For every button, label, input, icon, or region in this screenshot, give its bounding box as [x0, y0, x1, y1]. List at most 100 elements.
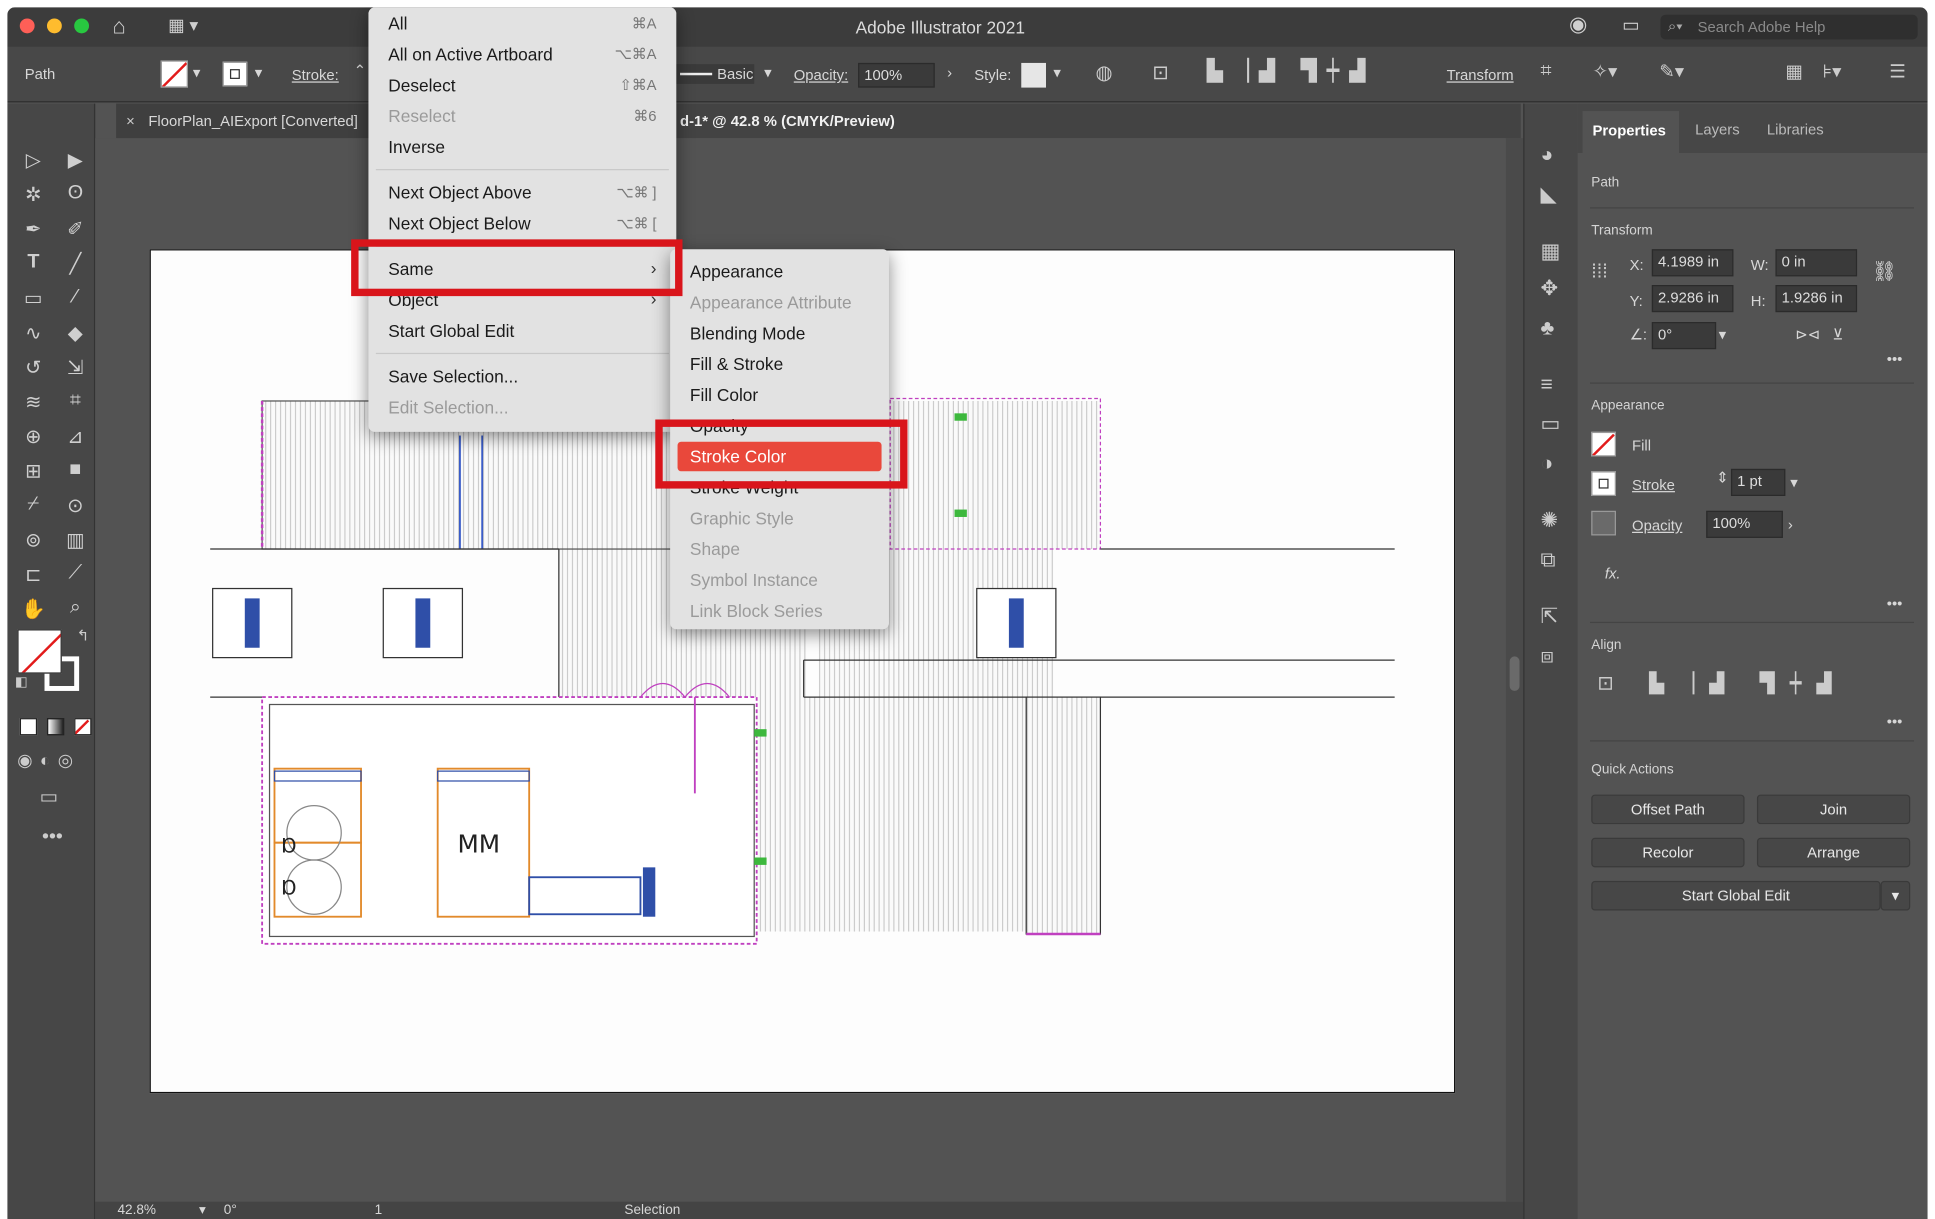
color-guide-icon[interactable]: ◣ — [1541, 183, 1557, 208]
arrange-button[interactable]: Arrange — [1756, 837, 1911, 868]
opacity-swatch[interactable] — [1591, 510, 1616, 536]
type-tool-icon[interactable]: T — [20, 252, 47, 274]
gradient-panel-icon[interactable]: ▭ — [1541, 412, 1561, 437]
panel-menu-icon[interactable]: ☰ — [1889, 60, 1906, 83]
artboards-panel-icon[interactable]: ⧈ — [1541, 644, 1554, 669]
slice-tool-icon[interactable]: ⟋ — [62, 563, 89, 585]
eraser-tool-icon[interactable]: ◆ — [62, 321, 89, 346]
selection-tool-icon[interactable]: ▷ — [20, 148, 47, 173]
stroke-swatch[interactable] — [222, 61, 248, 87]
vertical-scrollbar[interactable] — [1505, 138, 1524, 1202]
select-menu-item[interactable]: Start Global Edit — [368, 316, 676, 347]
rotation-value[interactable]: 0° — [224, 1203, 237, 1218]
fx-button[interactable]: fx. — [1605, 565, 1621, 582]
h-input[interactable]: 1.9286 in — [1775, 285, 1858, 313]
appearance-panel-icon[interactable]: ✺ — [1541, 508, 1559, 533]
gradient-tool-icon[interactable]: ■ — [62, 459, 89, 481]
flip-vertical-icon[interactable]: ⊻ — [1832, 326, 1843, 343]
chevron-down-icon[interactable]: ▾ — [1719, 326, 1726, 343]
scale-tool-icon[interactable]: ⇲ — [62, 355, 89, 380]
select-menu-item[interactable]: All ⌘A — [368, 9, 676, 40]
stroke-weight-input[interactable]: 1 pt — [1730, 468, 1786, 496]
flip-horizontal-icon[interactable]: ⊳⊲ — [1795, 326, 1820, 343]
chevron-down-icon[interactable]: ▾ — [255, 64, 262, 81]
line-tool-icon[interactable]: ╱ — [62, 252, 89, 277]
zoom-tool-icon[interactable]: ⌕ — [62, 597, 89, 619]
help-search-box[interactable]: ⌕▾ Search Adobe Help — [1660, 14, 1918, 40]
asset-export-icon[interactable]: ⇱ — [1541, 605, 1559, 630]
color-mode-icon[interactable] — [19, 718, 38, 736]
stroke-swatch-panel[interactable] — [1591, 471, 1616, 496]
shape-builder-icon[interactable]: ✧▾ — [1592, 60, 1617, 83]
constrain-proportions-icon[interactable]: ⛓ — [1872, 259, 1897, 284]
arrange-icon[interactable]: ▦ — [1785, 60, 1803, 83]
fill-color-box[interactable] — [17, 629, 62, 674]
discover-icon[interactable]: ◉ — [1569, 12, 1587, 37]
chevron-down-icon[interactable]: ▾ — [1053, 64, 1060, 81]
x-input[interactable]: 4.1989 in — [1651, 249, 1734, 277]
align-to-icon[interactable]: ⊡ — [1152, 60, 1169, 85]
stroke-panel-label[interactable]: Stroke — [1632, 476, 1675, 493]
opacity-panel-label[interactable]: Opacity — [1632, 517, 1682, 534]
transform-link[interactable]: Transform — [1447, 67, 1514, 84]
curvature-tool-icon[interactable]: ✐ — [62, 217, 89, 242]
fill-swatch[interactable] — [1591, 431, 1616, 457]
default-fill-stroke-icon[interactable]: ◧ — [15, 674, 28, 690]
none-mode-icon[interactable] — [74, 718, 92, 736]
color-panel-icon[interactable]: ◕ — [1541, 143, 1554, 168]
select-menu-item[interactable]: All on Active Artboard ⌥⌘A — [368, 39, 676, 70]
same-submenu-item[interactable]: Appearance — [670, 257, 889, 288]
zoom-window-button[interactable] — [74, 18, 90, 34]
symbol-sprayer-tool-icon[interactable]: ⊚ — [20, 528, 47, 553]
more-options-icon[interactable]: ••• — [1887, 595, 1903, 612]
blend-tool-icon[interactable]: ⊙ — [62, 494, 89, 519]
magic-wand-tool-icon[interactable]: ✲ — [20, 183, 47, 208]
hand-tool-icon[interactable]: ✋ — [20, 597, 47, 622]
opacity-panel-input[interactable]: 100% — [1706, 510, 1783, 538]
perspective-grid-tool-icon[interactable]: ⊿ — [62, 424, 89, 449]
select-menu-item[interactable]: Inverse — [368, 132, 676, 163]
w-input[interactable]: 0 in — [1775, 249, 1858, 277]
rectangle-tool-icon[interactable]: ▭ — [20, 286, 47, 311]
envelope-icon[interactable]: ✎▾ — [1659, 60, 1684, 83]
same-submenu-item[interactable]: Blending Mode — [670, 318, 889, 349]
swatches-icon[interactable]: ▦ — [1541, 239, 1561, 264]
stroke-weight-stepper-icon[interactable]: ⇕ — [1716, 469, 1728, 486]
screen-mode-icon[interactable]: ▭ — [40, 785, 59, 810]
recolor-button[interactable]: Recolor — [1591, 837, 1745, 868]
fill-swatch-none[interactable] — [160, 60, 188, 88]
opacity-label[interactable]: Opacity: — [794, 67, 848, 84]
close-window-button[interactable] — [19, 18, 35, 34]
workspace-switcher-icon[interactable]: ▦ ▾ — [168, 15, 198, 36]
current-tool-status[interactable]: Selection — [624, 1203, 680, 1218]
chevron-right-icon[interactable]: › — [1788, 516, 1793, 533]
drawing-modes-icon[interactable]: ◉◐◎ — [17, 750, 80, 771]
graphic-styles-icon[interactable]: ⧉ — [1541, 548, 1556, 573]
chevron-down-icon[interactable]: ▾ — [199, 1202, 206, 1218]
graphic-style-swatch[interactable] — [1021, 62, 1046, 88]
home-icon[interactable]: ⌂ — [113, 14, 126, 40]
distribute-icon[interactable]: ⊧▾ — [1822, 60, 1841, 83]
eyedropper-tool-icon[interactable]: ⌿ — [20, 494, 47, 516]
chevron-right-icon[interactable]: › — [947, 64, 952, 81]
symbols-icon[interactable]: ♣ — [1541, 316, 1555, 341]
select-menu-item[interactable]: Save Selection... — [368, 362, 676, 393]
width-tool-icon[interactable]: ≋ — [20, 390, 47, 415]
edit-toolbar-icon[interactable]: ••• — [42, 827, 63, 849]
pen-tool-icon[interactable]: ✒ — [20, 217, 47, 242]
shape-builder-tool-icon[interactable]: ⊕ — [20, 424, 47, 449]
arrange-documents-icon[interactable]: ▭ — [1622, 14, 1640, 36]
minimize-window-button[interactable] — [46, 18, 62, 34]
chevron-down-icon[interactable]: ▾ — [764, 64, 771, 81]
chevron-down-icon[interactable]: ▾ — [1790, 474, 1797, 491]
align-buttons-panel-icon[interactable]: ⊡ ▙▕▟ ▜┿▟ — [1597, 671, 1846, 696]
transparency-icon[interactable]: ◑ — [1541, 452, 1554, 477]
paintbrush-tool-icon[interactable]: ⁄ — [62, 286, 89, 308]
opacity-input[interactable]: 100% — [858, 62, 935, 88]
start-global-edit-button[interactable]: Start Global Edit — [1591, 880, 1881, 911]
more-options-icon[interactable]: ••• — [1887, 350, 1903, 367]
recolor-artwork-icon[interactable]: ◍ — [1095, 60, 1112, 85]
artboard-tool-icon[interactable]: ⊏ — [20, 563, 47, 588]
select-menu-item[interactable]: Next Object Above ⌥⌘ ] — [368, 178, 676, 209]
offset-path-button[interactable]: Offset Path — [1591, 794, 1745, 825]
